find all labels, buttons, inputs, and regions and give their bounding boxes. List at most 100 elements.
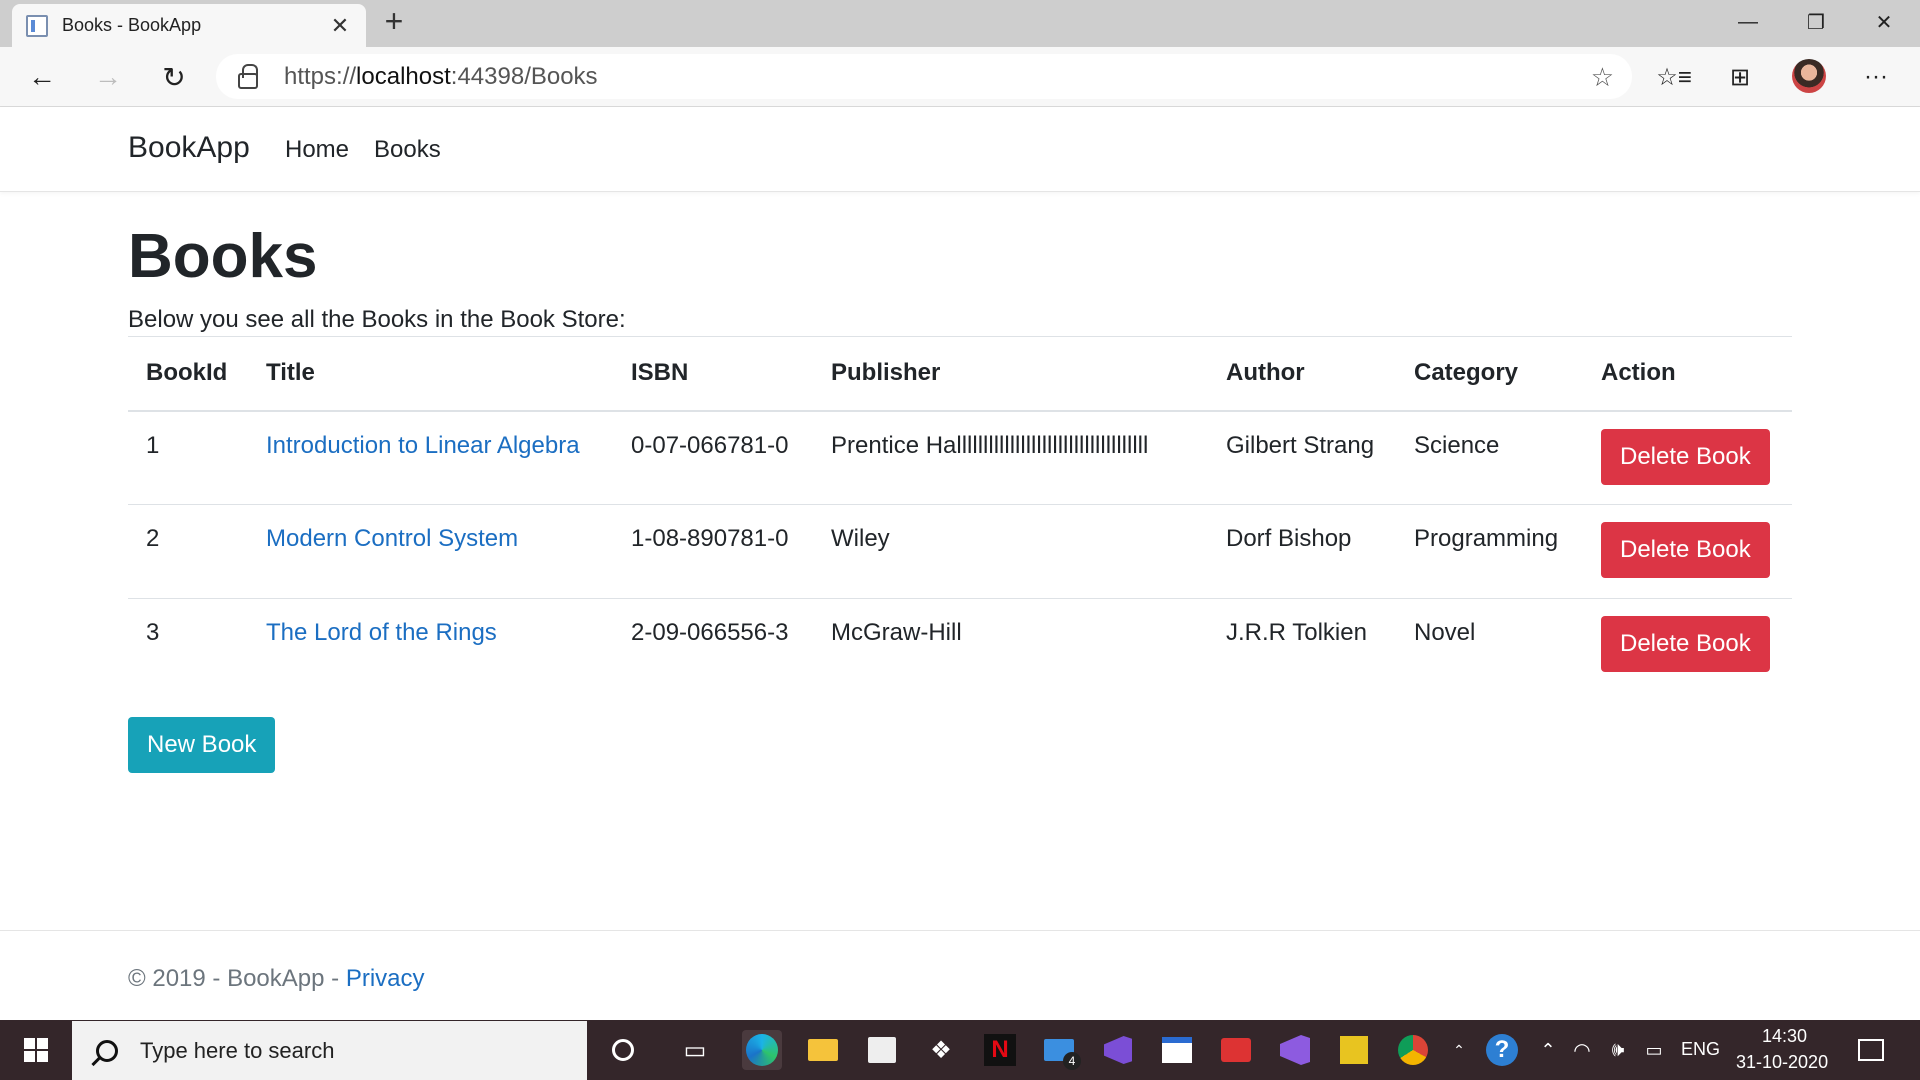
profile-avatar[interactable] [1792, 59, 1826, 93]
new-book-button[interactable]: New Book [128, 717, 276, 773]
add-favorite-star-icon[interactable]: ☆ [1591, 62, 1614, 93]
table-row: 2 Modern Control System 1-08-890781-0 Wi… [128, 504, 1792, 599]
start-button[interactable] [0, 1020, 72, 1080]
column-header-publisher: Publisher [813, 336, 1208, 412]
book-publisher-cell: McGraw-Hill [813, 598, 1208, 693]
delete-book-button[interactable]: Delete Book [1601, 616, 1770, 672]
dropbox-icon[interactable]: ❖ [921, 1030, 961, 1070]
network-icon[interactable]: ◠ [1562, 1030, 1602, 1070]
chrome-icon[interactable] [1393, 1030, 1433, 1070]
browser-tab[interactable]: Books - BookApp ✕ [12, 4, 366, 47]
book-title-link[interactable]: Modern Control System [266, 525, 518, 552]
column-header-author: Author [1208, 336, 1396, 412]
back-button[interactable]: ← [20, 55, 64, 99]
page-favicon-icon [26, 14, 48, 37]
refresh-button[interactable]: ↻ [152, 55, 196, 99]
book-action-cell: Delete Book [1583, 598, 1792, 693]
clock-date[interactable]: 31-10-2020 [1736, 1052, 1828, 1073]
book-isbn-cell: 1-08-890781-0 [613, 504, 813, 599]
page-subtitle: Below you see all the Books in the Book … [128, 306, 626, 333]
nav-link-home[interactable]: Home [285, 136, 349, 164]
books-table: BookId Title ISBN Publisher Author Categ… [128, 336, 1792, 693]
volume-icon[interactable]: 🕪 [1598, 1030, 1638, 1070]
visual-studio-icon[interactable] [1275, 1030, 1315, 1070]
copyright-text: © 2019 - BookApp - [128, 965, 346, 992]
column-header-bookid: BookId [128, 336, 248, 412]
notifications-icon[interactable] [1851, 1030, 1891, 1070]
microsoft-store-icon[interactable] [862, 1030, 902, 1070]
app-window-icon[interactable] [1157, 1030, 1197, 1070]
table-header-row: BookId Title ISBN Publisher Author Categ… [128, 336, 1792, 412]
book-isbn-cell: 0-07-066781-0 [631, 431, 789, 459]
book-title-link[interactable]: The Lord of the Rings [266, 619, 497, 646]
book-id-cell: 1 [146, 431, 160, 459]
brand-link[interactable]: BookApp [128, 131, 250, 165]
url-text[interactable]: https://localhost:44398/Books [284, 63, 598, 91]
column-header-isbn: ISBN [613, 336, 813, 412]
taskbar-scroll-icon[interactable]: ⌃ [1447, 1030, 1471, 1070]
search-placeholder: Type here to search [140, 1037, 335, 1063]
search-icon [96, 1039, 118, 1062]
close-window-button[interactable]: ✕ [1850, 0, 1918, 44]
delete-book-button[interactable]: Delete Book [1601, 428, 1770, 485]
delete-book-button[interactable]: Delete Book [1601, 522, 1770, 578]
mail-badge: 4 [1063, 1052, 1081, 1070]
minimize-window-button[interactable]: — [1714, 0, 1782, 44]
book-action-cell: Delete Book [1583, 504, 1792, 599]
tab-title: Books - BookApp [62, 15, 202, 35]
address-bar[interactable]: https://localhost:44398/Books ☆ [216, 54, 1632, 99]
windows-logo-icon [24, 1038, 48, 1062]
book-title-cell: The Lord of the Rings [248, 598, 613, 693]
more-options-icon[interactable]: ··· [1854, 55, 1898, 99]
edge-browser-icon[interactable] [742, 1030, 782, 1070]
restore-window-button[interactable]: ❐ [1782, 0, 1850, 44]
book-author-cell: J.R.R Tolkien [1208, 598, 1396, 693]
page-footer: © 2019 - BookApp - Privacy [0, 930, 1920, 1020]
url-path: :44398/Books [450, 62, 598, 90]
book-publisher-cell: Wiley [813, 504, 1208, 599]
favorites-icon[interactable]: ☆≡ [1652, 55, 1696, 99]
sticky-tools-icon[interactable] [1334, 1030, 1374, 1070]
page-title: Books [128, 222, 318, 291]
collections-icon[interactable]: ⊞ [1718, 55, 1762, 99]
book-author-cell: Dorf Bishop [1208, 504, 1396, 599]
browser-toolbar: ← → ↻ https://localhost:44398/Books ☆ ☆≡… [0, 47, 1920, 107]
book-category-cell: Programming [1396, 504, 1583, 599]
netflix-icon[interactable]: N [980, 1030, 1020, 1070]
task-view-icon[interactable]: ▭ [675, 1030, 715, 1070]
file-explorer-icon[interactable] [803, 1030, 843, 1070]
visual-studio-code-icon[interactable] [1098, 1030, 1138, 1070]
lock-icon[interactable] [238, 63, 258, 89]
book-category-cell: Science [1414, 431, 1500, 459]
cortana-icon[interactable] [603, 1030, 643, 1070]
book-publisher-cell: Prentice Halllllllllllllllllllllllllllll… [831, 431, 1149, 459]
browser-tab-strip: Books - BookApp ✕ + — ❐ ✕ [0, 0, 1920, 47]
forward-button[interactable]: → [86, 55, 130, 99]
mail-icon[interactable]: 4 [1039, 1030, 1081, 1070]
toolbox-icon[interactable] [1216, 1030, 1256, 1070]
table-row: 1 Introduction to Linear Algebra 0-07-06… [128, 411, 1792, 505]
book-title-link[interactable]: Introduction to Linear Algebra [266, 432, 580, 459]
book-id-cell: 3 [128, 598, 248, 693]
nav-link-books[interactable]: Books [374, 136, 441, 164]
footer-text: © 2019 - BookApp - Privacy [128, 965, 425, 993]
new-tab-button[interactable]: + [378, 5, 410, 38]
column-header-action: Action [1583, 336, 1792, 412]
column-header-category: Category [1396, 336, 1583, 412]
close-tab-icon[interactable]: ✕ [328, 13, 352, 38]
book-title-cell: Introduction to Linear Algebra [248, 411, 613, 505]
book-isbn-cell: 2-09-066556-3 [613, 598, 813, 693]
taskbar-search-box[interactable]: Type here to search [72, 1021, 587, 1080]
book-id-cell: 2 [128, 504, 248, 599]
column-header-title: Title [248, 336, 613, 412]
url-scheme: https:// [284, 62, 357, 90]
privacy-link[interactable]: Privacy [346, 965, 425, 992]
clock-time[interactable]: 14:30 [1762, 1026, 1807, 1047]
site-navbar: BookApp Home Books [0, 107, 1920, 192]
help-icon[interactable]: ? [1482, 1030, 1522, 1070]
book-title-cell: Modern Control System [248, 504, 613, 599]
battery-icon[interactable]: ▭ [1634, 1030, 1674, 1070]
windows-taskbar: Type here to search ▭ ❖ N 4 ⌃ ? ⌃ ◠ 🕪 ▭ … [0, 1020, 1920, 1080]
language-indicator[interactable]: ENG [1681, 1039, 1720, 1060]
url-host: localhost [356, 62, 451, 90]
